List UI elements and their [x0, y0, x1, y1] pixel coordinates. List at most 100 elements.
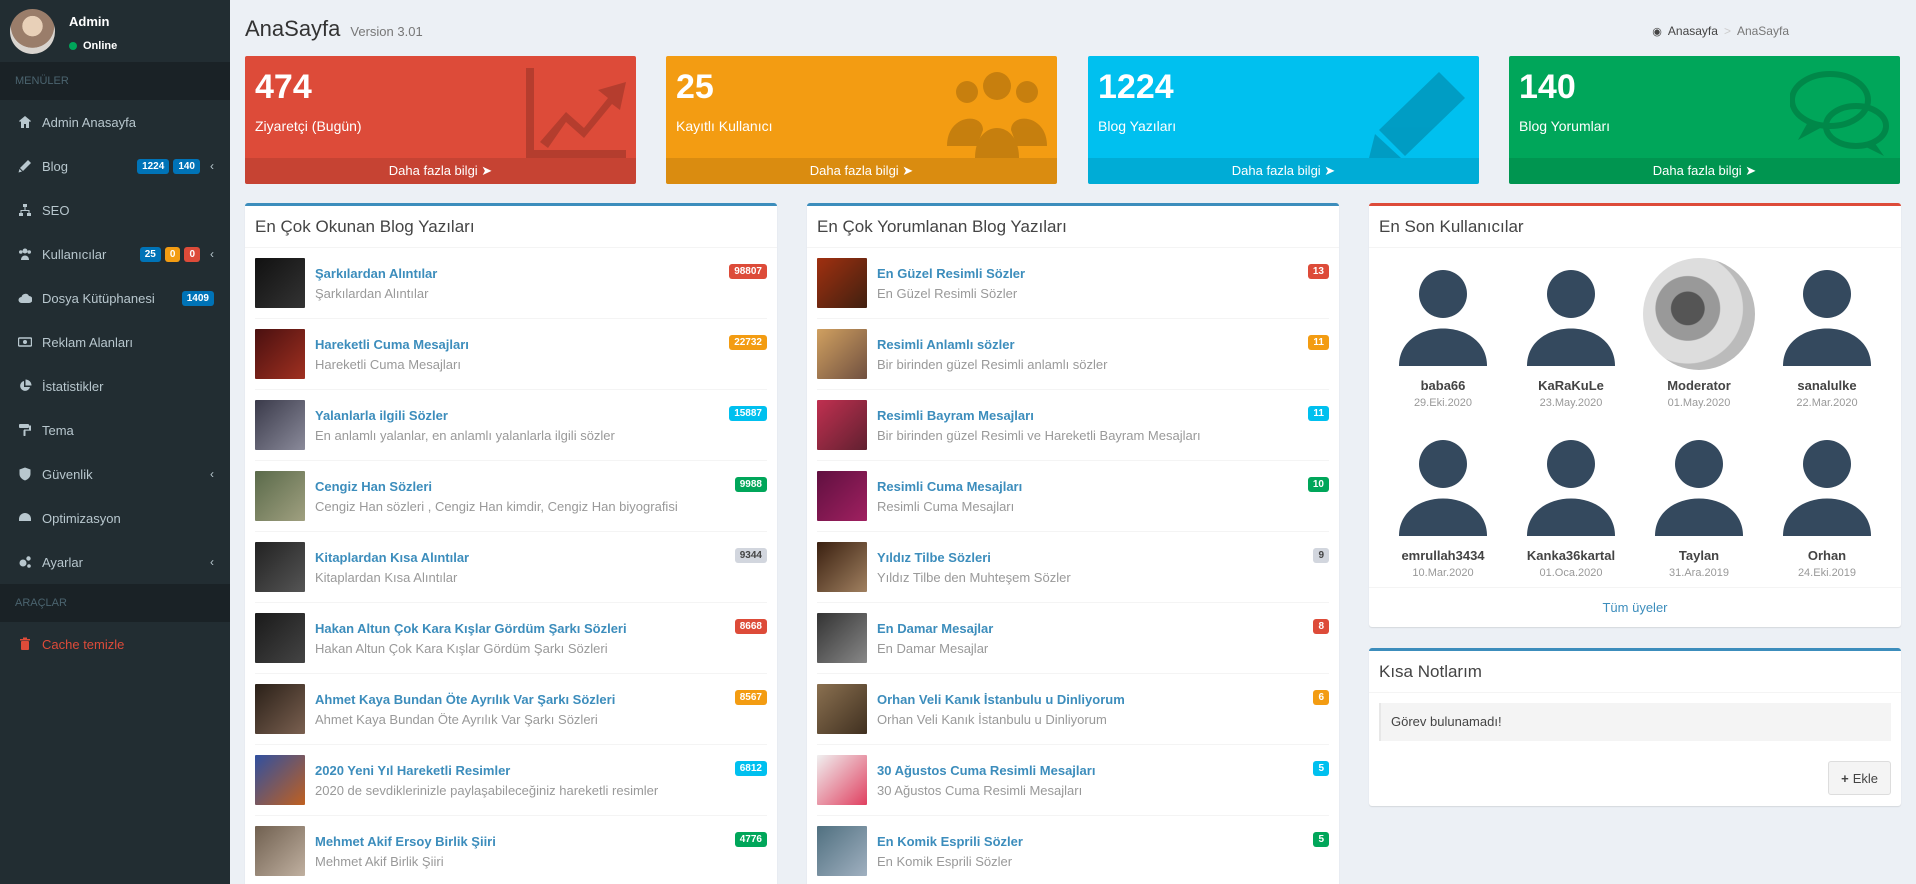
sidebar-item-cache-clear[interactable]: Cache temizle: [0, 622, 230, 666]
count-badge: 13: [1307, 264, 1329, 279]
sidebar-item-2[interactable]: SEO: [0, 188, 230, 232]
post-thumbnail[interactable]: [255, 329, 305, 379]
box-title: Kısa Notlarım: [1369, 651, 1901, 693]
sidebar-badge: 0: [184, 246, 200, 262]
sidebar-item-label: İstatistikler: [42, 378, 104, 394]
post-title-link[interactable]: En Komik Esprili Sözler: [877, 834, 1023, 849]
user-card[interactable]: KaRaKuLe 23.May.2020: [1507, 258, 1635, 409]
all-users-link[interactable]: Tüm üyeler: [1369, 587, 1901, 627]
sidebar-item-label: Blog: [42, 158, 69, 174]
sidebar-item-0[interactable]: Admin Anasayfa: [0, 100, 230, 144]
sidebar-item-8[interactable]: Güvenlik ‹: [0, 452, 230, 496]
post-title-link[interactable]: Yalanlarla ilgili Sözler: [315, 408, 448, 423]
stat-value: 1224: [1098, 68, 1174, 106]
user-card[interactable]: baba66 29.Eki.2020: [1379, 258, 1507, 409]
list-item: Hakan Altun Çok Kara Kışlar Gördüm Şarkı…: [255, 603, 767, 674]
list-item: En Komik Esprili Sözler En Komik Esprili …: [817, 816, 1329, 884]
sidebar-item-6[interactable]: İstatistikler: [0, 364, 230, 408]
post-thumbnail[interactable]: [255, 684, 305, 734]
avatar[interactable]: [10, 9, 55, 54]
count-badge: 15887: [729, 406, 767, 421]
post-thumbnail[interactable]: [817, 258, 867, 308]
post-title-link[interactable]: Resimli Anlamlı sözler: [877, 337, 1015, 352]
sidebar-item-7[interactable]: Tema: [0, 408, 230, 452]
count-badge: 9: [1313, 548, 1329, 563]
post-thumbnail[interactable]: [817, 542, 867, 592]
stat-label: Blog Yazıları: [1098, 118, 1177, 134]
sidebar-item-3[interactable]: Kullanıcılar 25 0 0 ‹: [0, 232, 230, 276]
count-badge: 11: [1308, 335, 1329, 350]
list-item: Ahmet Kaya Bundan Öte Ayrılık Var Şarkı …: [255, 674, 767, 745]
user-card[interactable]: sanalulke 22.Mar.2020: [1763, 258, 1891, 409]
post-title-link[interactable]: Cengiz Han Sözleri: [315, 479, 432, 494]
user-name[interactable]: Taylan: [1635, 548, 1763, 563]
post-thumbnail[interactable]: [255, 258, 305, 308]
post-thumbnail[interactable]: [817, 400, 867, 450]
user-name[interactable]: Moderator: [1635, 378, 1763, 393]
sidebar-item-label: Kullanıcılar: [42, 246, 107, 262]
post-title-link[interactable]: Mehmet Akif Ersoy Birlik Şiiri: [315, 834, 496, 849]
user-name[interactable]: baba66: [1379, 378, 1507, 393]
stat-label: Kayıtlı Kullanıcı: [676, 118, 773, 134]
more-info-link[interactable]: Daha fazla bilgi ➤: [245, 158, 636, 184]
post-thumbnail[interactable]: [817, 471, 867, 521]
post-title-link[interactable]: 2020 Yeni Yıl Hareketli Resimler: [315, 763, 510, 778]
user-card[interactable]: Taylan 31.Ara.2019: [1635, 428, 1763, 579]
post-title-link[interactable]: Şarkılardan Alıntılar: [315, 266, 437, 281]
post-description: Resimli Cuma Mesajları: [877, 499, 1015, 514]
more-info-link[interactable]: Daha fazla bilgi ➤: [666, 158, 1057, 184]
post-title-link[interactable]: En Damar Mesajlar: [877, 621, 993, 636]
post-title-link[interactable]: Yıldız Tilbe Sözleri: [877, 550, 991, 565]
user-name[interactable]: sanalulke: [1763, 378, 1891, 393]
add-note-button[interactable]: + Ekle: [1828, 761, 1891, 795]
user-card[interactable]: Kanka36kartal 01.Oca.2020: [1507, 428, 1635, 579]
user-card[interactable]: Orhan 24.Eki.2019: [1763, 428, 1891, 579]
user-card[interactable]: emrullah3434 10.Mar.2020: [1379, 428, 1507, 579]
post-title-link[interactable]: Ahmet Kaya Bundan Öte Ayrılık Var Şarkı …: [315, 692, 615, 707]
user-card[interactable]: Moderator 01.May.2020: [1635, 258, 1763, 409]
latest-users-box: En Son Kullanıcılar baba66 29.Eki.2020 KaR…: [1369, 203, 1901, 627]
post-thumbnail[interactable]: [817, 613, 867, 663]
post-thumbnail[interactable]: [255, 400, 305, 450]
post-thumbnail[interactable]: [255, 471, 305, 521]
more-info-link[interactable]: Daha fazla bilgi ➤: [1088, 158, 1479, 184]
post-title-link[interactable]: Hareketli Cuma Mesajları: [315, 337, 469, 352]
post-title-link[interactable]: Resimli Bayram Mesajları: [877, 408, 1034, 423]
users-icon: [18, 247, 32, 261]
post-title-link[interactable]: Hakan Altun Çok Kara Kışlar Gördüm Şarkı…: [315, 621, 627, 636]
post-thumbnail[interactable]: [817, 755, 867, 805]
post-thumbnail[interactable]: [817, 329, 867, 379]
post-thumbnail[interactable]: [817, 684, 867, 734]
sidebar-item-1[interactable]: Blog 1224 140 ‹: [0, 144, 230, 188]
user-name[interactable]: KaRaKuLe: [1507, 378, 1635, 393]
post-title-link[interactable]: Resimli Cuma Mesajları: [877, 479, 1022, 494]
post-title-link[interactable]: 30 Ağustos Cuma Resimli Mesajları: [877, 763, 1095, 778]
sidebar-item-4[interactable]: Dosya Kütüphanesi 1409: [0, 276, 230, 320]
breadcrumb-home[interactable]: Anasayfa: [1668, 24, 1718, 38]
count-badge: 9344: [734, 548, 767, 563]
post-thumbnail[interactable]: [255, 542, 305, 592]
comments-icon: [1789, 68, 1890, 158]
post-thumbnail[interactable]: [255, 826, 305, 876]
user-join-date: 29.Eki.2020: [1413, 397, 1473, 409]
sidebar-item-10[interactable]: Ayarlar ‹: [0, 540, 230, 584]
count-badge: 5: [1313, 832, 1329, 847]
sidebar-item-5[interactable]: Reklam Alanları: [0, 320, 230, 364]
sidebar-item-label: Güvenlik: [42, 466, 93, 482]
list-item: Orhan Veli Kanık İstanbulu u Dinliyorum O…: [817, 674, 1329, 745]
list-item: Resimli Bayram Mesajları Bir birinden güz…: [817, 390, 1329, 461]
post-title-link[interactable]: Kitaplardan Kısa Alıntılar: [315, 550, 469, 565]
post-description: Ahmet Kaya Bundan Öte Ayrılık Var Şarkı …: [315, 712, 598, 727]
user-name[interactable]: Orhan: [1763, 548, 1891, 563]
sidebar-item-9[interactable]: Optimizasyon: [0, 496, 230, 540]
user-name[interactable]: Kanka36kartal: [1507, 548, 1635, 563]
post-title-link[interactable]: En Güzel Resimli Sözler: [877, 266, 1025, 281]
gears-icon: [18, 555, 32, 569]
post-thumbnail[interactable]: [817, 826, 867, 876]
post-thumbnail[interactable]: [255, 613, 305, 663]
post-title-link[interactable]: Orhan Veli Kanık İstanbulu u Dinliyorum: [877, 692, 1125, 707]
more-info-link[interactable]: Daha fazla bilgi ➤: [1509, 158, 1900, 184]
post-thumbnail[interactable]: [255, 755, 305, 805]
sidebar-item-label: Dosya Kütüphanesi: [42, 290, 155, 306]
user-name[interactable]: emrullah3434: [1379, 548, 1507, 563]
